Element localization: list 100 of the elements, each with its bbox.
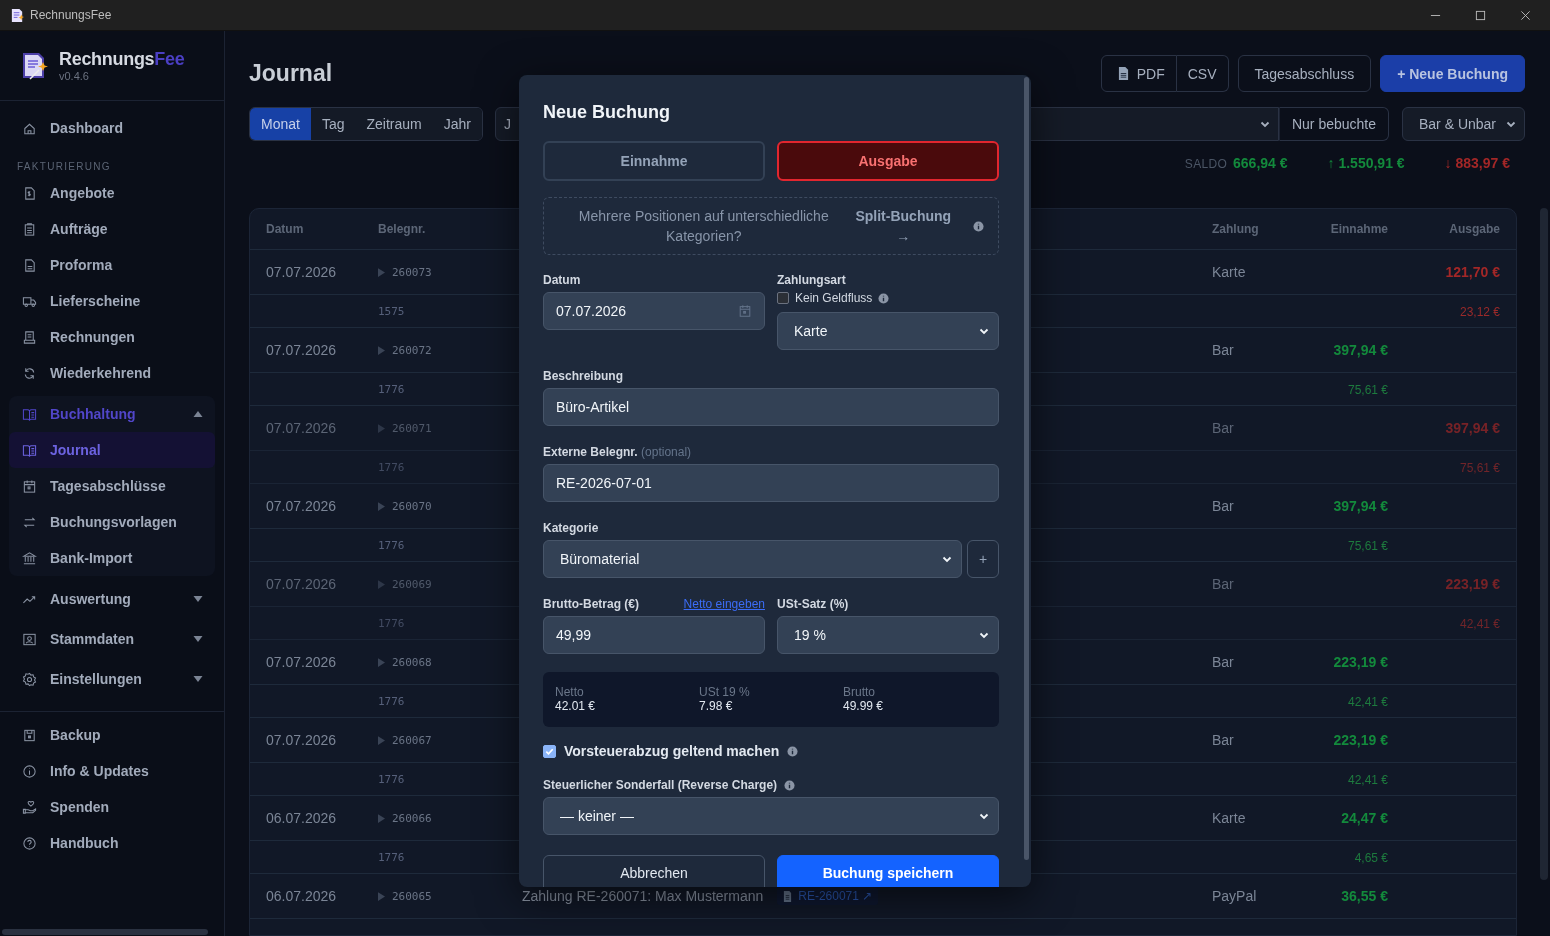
period-tab[interactable]: Zeitraum [355, 108, 433, 140]
hint-text: Mehrere Positionen auf unterschiedliche Kategorien? [577, 207, 830, 246]
tax-amount: 23,12 € [1459, 305, 1500, 319]
field-label: Datum [543, 273, 582, 287]
table-cell-text: 07.07.2026 [266, 732, 338, 748]
payment-method-select[interactable]: Karte [777, 312, 999, 350]
category-select[interactable]: Büromaterial [543, 540, 962, 578]
csv-button[interactable]: CSV [1176, 55, 1229, 92]
new-booking-button[interactable]: + Neue Buchung [1380, 55, 1525, 92]
nav-item[interactable]: Einstellungen [9, 659, 215, 699]
expand-icon[interactable] [378, 501, 385, 511]
scrollbar-thumb[interactable] [1024, 77, 1029, 860]
date-field[interactable]: 07.07.2026 [543, 292, 765, 330]
tax-amount: 75,61 € [1347, 383, 1388, 397]
house-icon [22, 120, 37, 136]
amount: 397,94 € [1333, 498, 1388, 514]
receipt-number-field[interactable]: RE-2026-07-01 [543, 464, 999, 502]
nav-item[interactable]: Handbuch [9, 825, 215, 861]
tax-amount: 75,61 € [1459, 461, 1500, 475]
expand-icon[interactable] [378, 423, 385, 433]
calendar-icon [738, 304, 752, 318]
info-icon[interactable] [787, 745, 799, 757]
expand-icon[interactable] [378, 657, 385, 667]
field-label: Steuerlicher Sonderfall (Reverse Charge) [543, 778, 778, 792]
receipt-number: 260069 [392, 577, 432, 591]
gear-icon [22, 671, 37, 687]
amount: 397,94 € [1445, 420, 1500, 436]
type-toggle[interactable]: Einnahme [543, 141, 765, 181]
nav-item[interactable]: Info & Updates [9, 753, 215, 789]
cancel-button[interactable]: Abbrechen [543, 855, 765, 887]
expand-icon[interactable] [378, 267, 385, 277]
receipt-number: 1776 [378, 694, 405, 708]
document-icon [22, 185, 37, 201]
book-icon [22, 406, 37, 422]
expand-icon[interactable] [378, 345, 385, 355]
nav-item[interactable]: Bank-Import [9, 540, 215, 576]
table-cell-text: 07.07.2026 [266, 342, 338, 358]
period-tab[interactable]: Monat [250, 108, 311, 140]
description-field[interactable]: Büro-Artikel [543, 388, 999, 426]
nav-item[interactable]: Buchungsvorlagen [9, 504, 215, 540]
column-header: Zahlung [1212, 222, 1260, 236]
expand-icon[interactable] [378, 891, 385, 901]
receipt-number: 260067 [392, 733, 432, 747]
nav-item[interactable]: Tagesabschlüsse [9, 468, 215, 504]
booked-only-toggle[interactable]: Nur bebuchte [1278, 107, 1389, 141]
gross-amount-field[interactable]: 49,99 [543, 616, 765, 654]
summary-value: 42.01 € [555, 699, 597, 713]
scrollbar-thumb[interactable] [1540, 208, 1548, 880]
nav-item[interactable]: Wiederkehrend [9, 355, 215, 391]
nav-item[interactable]: Aufträge [9, 211, 215, 247]
amount: 36,55 € [1341, 888, 1388, 904]
info-icon[interactable] [784, 779, 796, 791]
table-cell-text: PayPal [1212, 888, 1258, 904]
tax-amount: 42,41 € [1459, 617, 1500, 631]
table-cell-text: Bar [1212, 420, 1235, 436]
expand-icon[interactable] [378, 579, 385, 589]
collapse-icon [193, 409, 203, 419]
pdf-button[interactable]: PDF [1100, 55, 1177, 92]
nav-item[interactable]: Lieferscheine [9, 283, 215, 319]
nav-item[interactable]: Dashboard [9, 110, 215, 146]
nav-item[interactable]: Backup [9, 717, 215, 753]
nav-item[interactable]: Auswertung [9, 579, 215, 619]
field-label: Kategorie [543, 521, 600, 535]
nav-item[interactable]: Angebote [9, 175, 215, 211]
receipt-number: 260071 [392, 421, 432, 435]
field-label: Beschreibung [543, 369, 624, 383]
refresh-icon [22, 365, 37, 381]
payment-filter-select[interactable]: Bar & Unbar [1402, 107, 1525, 141]
info-icon[interactable] [973, 220, 984, 232]
vat-rate-select[interactable]: 19 % [777, 616, 999, 654]
period-tab[interactable]: Tag [310, 108, 356, 140]
tax-amount: 42,41 € [1347, 773, 1388, 787]
expand-icon[interactable] [378, 813, 385, 823]
nav-item[interactable]: Journal [9, 432, 215, 468]
nav-item[interactable]: Stammdaten [9, 619, 215, 659]
daily-close-button[interactable]: Tagesabschluss [1237, 55, 1372, 92]
type-toggle[interactable]: Ausgabe [777, 141, 999, 181]
summary-label: USt 19 % [699, 685, 751, 699]
checkbox[interactable] [543, 744, 556, 758]
expand-icon[interactable] [378, 735, 385, 745]
column-header: Datum [266, 222, 305, 236]
info-icon[interactable] [878, 292, 890, 304]
checkbox[interactable] [777, 292, 789, 304]
split-booking-link[interactable]: Split-Buchung → [851, 206, 955, 246]
scrollbar-thumb[interactable] [2, 929, 208, 935]
period-tab[interactable]: Jahr [432, 108, 482, 140]
expense-total: ↓ 883,97 € [1444, 155, 1510, 171]
table-cell-text: Bar [1212, 498, 1235, 514]
table-cell-text: 06.07.2026 [266, 888, 338, 904]
special-case-select[interactable]: — keiner — [543, 797, 999, 835]
nav-item[interactable]: Spenden [9, 789, 215, 825]
close-icon[interactable] [1520, 9, 1531, 21]
table-cell-text: Bar [1212, 342, 1235, 358]
nav-item[interactable]: Proforma [9, 247, 215, 283]
maximize-icon[interactable] [1475, 9, 1486, 21]
field-label: Brutto-Betrag (€) [543, 597, 639, 611]
nav-item[interactable]: Rechnungen [9, 319, 215, 355]
save-button[interactable]: Buchung speichern [777, 855, 999, 887]
add-category-button[interactable]: + [967, 540, 999, 578]
section-heading: FAKTURIERUNG [16, 160, 112, 174]
